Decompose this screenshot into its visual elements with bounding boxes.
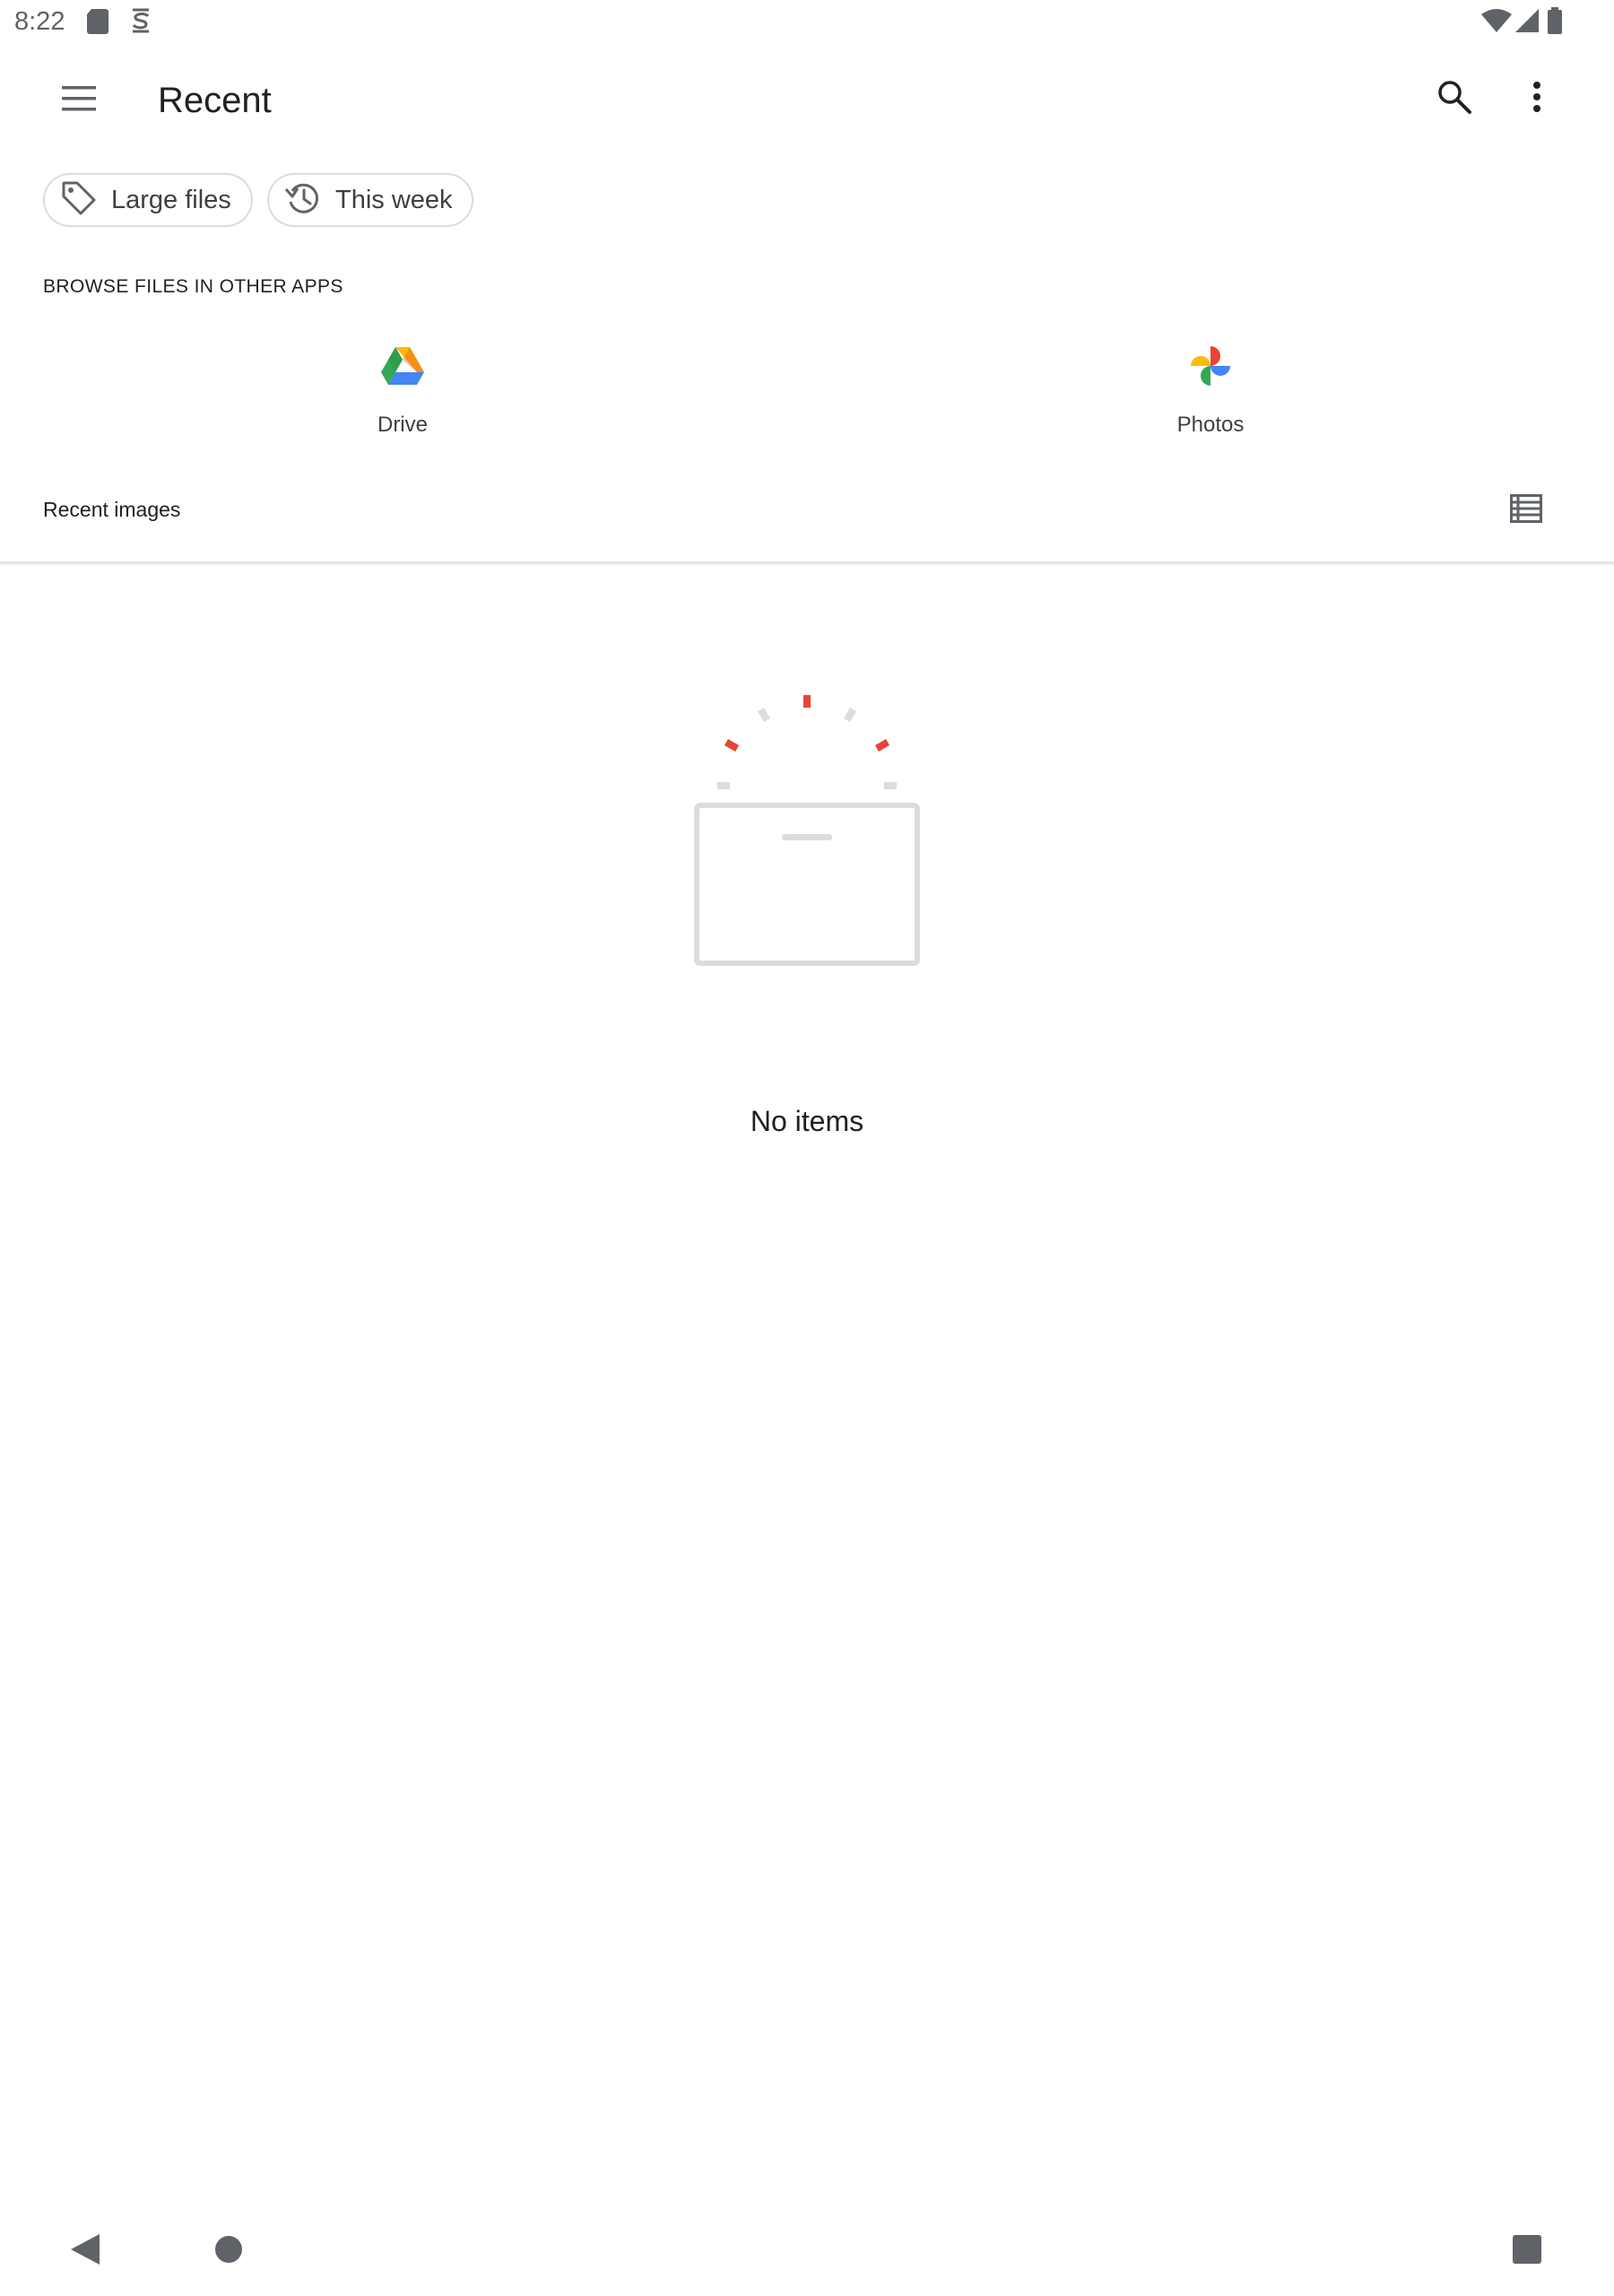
app-tile-photos[interactable]: Photos (1121, 341, 1300, 457)
view-toggle-button[interactable] (1490, 479, 1562, 542)
search-icon (1436, 79, 1472, 119)
recents-button[interactable] (1496, 2224, 1558, 2278)
menu-button[interactable] (43, 65, 115, 136)
browse-section-heading: BROWSE FILES IN OTHER APPS (43, 276, 343, 297)
status-bar: 8:22 (0, 0, 1614, 43)
recents-icon (1513, 2234, 1541, 2268)
app-bar: Recent (0, 54, 1614, 147)
google-photos-icon (1185, 341, 1236, 391)
chip-large-files[interactable]: Large files (43, 173, 253, 227)
app-tile-drive[interactable]: Drive (313, 341, 492, 457)
app-label: Photos (1176, 413, 1245, 437)
more-options-button[interactable] (1501, 63, 1573, 135)
cell-signal-icon (1515, 9, 1539, 37)
google-drive-icon (377, 341, 428, 391)
list-view-icon (1510, 493, 1542, 527)
chip-label: This week (335, 185, 453, 214)
more-vertical-icon (1532, 81, 1541, 117)
recent-images-label: Recent images (43, 498, 181, 521)
battery-icon (1548, 7, 1562, 39)
empty-state-message: No items (750, 1105, 864, 1137)
back-button[interactable] (54, 2224, 117, 2278)
home-button[interactable] (197, 2224, 260, 2278)
page-title: Recent (158, 81, 272, 120)
divider (0, 561, 1614, 565)
hamburger-menu-icon (62, 85, 96, 116)
back-icon (71, 2233, 100, 2269)
storage-saver-icon (129, 7, 152, 39)
search-button[interactable] (1419, 63, 1490, 135)
status-time: 8:22 (14, 7, 65, 36)
history-icon (283, 178, 323, 222)
system-nav-bar (0, 2206, 1614, 2296)
chip-label: Large files (111, 185, 231, 214)
tag-icon (59, 178, 99, 222)
wifi-icon (1481, 9, 1512, 37)
app-label: Drive (377, 413, 428, 437)
empty-box-illustration (681, 682, 933, 978)
home-icon (214, 2235, 243, 2268)
chip-this-week[interactable]: This week (267, 173, 473, 227)
sd-card-icon (86, 9, 109, 39)
